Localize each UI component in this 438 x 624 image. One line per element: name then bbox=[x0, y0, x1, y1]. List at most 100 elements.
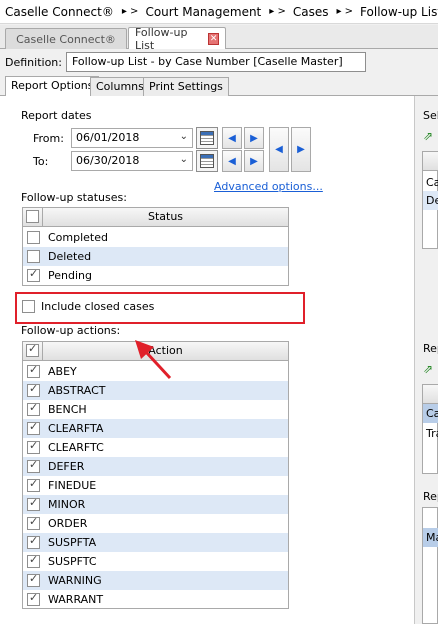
right-grid-item: De bbox=[426, 194, 438, 207]
action-checkbox[interactable] bbox=[27, 401, 40, 416]
status-checkbox[interactable] bbox=[27, 231, 40, 244]
action-checkbox[interactable] bbox=[27, 553, 40, 568]
breadcrumb-court-management[interactable]: Court Management bbox=[145, 5, 261, 19]
action-grid: Action ABEY ABSTRACT BENCH CLEARFTA CLEARFTC… bbox=[22, 341, 289, 609]
action-checkbox[interactable] bbox=[27, 420, 40, 435]
status-row[interactable]: Deleted bbox=[23, 247, 288, 266]
action-row[interactable]: CLEARFTA bbox=[23, 419, 288, 438]
action-row[interactable]: WARRANT bbox=[23, 590, 288, 609]
action-label: WARRANT bbox=[48, 593, 104, 606]
action-row[interactable]: SUSPFTC bbox=[23, 552, 288, 571]
action-row[interactable]: MINOR bbox=[23, 495, 288, 514]
action-row[interactable]: WARNING bbox=[23, 571, 288, 590]
select-all-action-column[interactable] bbox=[23, 342, 43, 360]
status-row[interactable]: Completed bbox=[23, 228, 288, 247]
tab-print-settings[interactable]: Print Settings bbox=[143, 77, 229, 96]
action-row[interactable]: BENCH bbox=[23, 400, 288, 419]
action-checkbox[interactable] bbox=[27, 382, 40, 397]
action-checkbox[interactable] bbox=[27, 534, 40, 549]
followup-statuses-title: Follow-up statuses: bbox=[21, 191, 127, 204]
chevron-down-icon[interactable]: ⌄ bbox=[180, 131, 188, 142]
chevron-down-icon[interactable]: ⌄ bbox=[180, 154, 188, 165]
arrow-left-icon: ◀ bbox=[228, 155, 236, 167]
to-date-value: 06/30/2018 bbox=[76, 154, 140, 167]
action-checkbox[interactable] bbox=[27, 572, 40, 587]
action-row[interactable]: ABSTRACT bbox=[23, 381, 288, 400]
to-calendar-button[interactable] bbox=[196, 150, 218, 172]
action-checkbox[interactable] bbox=[27, 458, 40, 473]
highlight-box bbox=[15, 292, 305, 324]
tab-caselle-connect[interactable]: Caselle Connect® bbox=[5, 28, 127, 49]
select-all-checkbox[interactable] bbox=[26, 342, 39, 357]
breadcrumb-separator-icon: ▸ > bbox=[336, 6, 354, 17]
action-checkbox[interactable] bbox=[27, 515, 40, 530]
right-grid-item[interactable]: Ca bbox=[426, 176, 438, 189]
action-label: ORDER bbox=[48, 517, 88, 530]
right-side-panel: Sel ⇗ Ca De Rep ⇗ Ca Tra Rep Ma bbox=[416, 96, 438, 624]
action-label: BENCH bbox=[48, 403, 87, 416]
action-row[interactable]: ORDER bbox=[23, 514, 288, 533]
tab-follow-up-list[interactable]: Follow-up List ✕ bbox=[128, 25, 226, 52]
from-next-button[interactable]: ▶ bbox=[244, 127, 264, 149]
right-grid-row[interactable]: Ma bbox=[423, 528, 438, 547]
tab-label: Caselle Connect® bbox=[16, 32, 116, 46]
arrow-left-icon: ◀ bbox=[228, 132, 236, 144]
tab-columns[interactable]: Columns bbox=[90, 77, 150, 96]
right-grid-item[interactable]: Tra bbox=[426, 427, 438, 440]
status-row[interactable]: Pending bbox=[23, 266, 288, 285]
right-grid-row[interactable]: De bbox=[423, 191, 438, 210]
export-icon[interactable]: ⇗ bbox=[423, 362, 433, 376]
right-grid-3: Ma bbox=[422, 507, 438, 624]
calendar-icon bbox=[200, 154, 214, 168]
select-all-checkbox[interactable] bbox=[26, 210, 39, 223]
from-prev-button[interactable]: ◀ bbox=[222, 127, 242, 149]
right-grid-item: Ca bbox=[426, 407, 438, 420]
right-grid-header bbox=[423, 385, 438, 404]
followup-actions-title: Follow-up actions: bbox=[21, 324, 121, 337]
tab-report-options[interactable]: Report Options bbox=[5, 76, 100, 97]
to-prev-button[interactable]: ◀ bbox=[222, 150, 242, 172]
right-grid-row[interactable]: Ca bbox=[423, 404, 438, 423]
breadcrumb-follow-up-list[interactable]: Follow-up List bbox=[360, 5, 438, 19]
from-date-field[interactable]: 06/01/2018 ⌄ bbox=[71, 128, 193, 148]
breadcrumb-caselle-connect[interactable]: Caselle Connect® bbox=[5, 5, 114, 19]
action-checkbox[interactable] bbox=[27, 496, 40, 511]
tab-label: Follow-up List bbox=[135, 25, 188, 52]
close-icon[interactable]: ✕ bbox=[208, 32, 219, 45]
status-checkbox[interactable] bbox=[27, 250, 40, 263]
action-label: ABSTRACT bbox=[48, 384, 106, 397]
from-calendar-button[interactable] bbox=[196, 127, 218, 149]
status-checkbox[interactable] bbox=[27, 267, 40, 282]
status-label: Deleted bbox=[48, 250, 92, 263]
action-row[interactable]: CLEARFTC bbox=[23, 438, 288, 457]
breadcrumb-separator-icon: ▸ > bbox=[121, 6, 139, 17]
action-label: ABEY bbox=[48, 365, 77, 378]
advanced-options-link[interactable]: Advanced options... bbox=[214, 180, 323, 193]
options-tabstrip: Report Options Columns Print Settings bbox=[0, 76, 438, 97]
status-column-header[interactable]: Status bbox=[43, 210, 288, 223]
to-date-field[interactable]: 06/30/2018 ⌄ bbox=[71, 151, 193, 171]
action-label: DEFER bbox=[48, 460, 85, 473]
action-checkbox[interactable] bbox=[27, 477, 40, 492]
export-icon[interactable]: ⇗ bbox=[423, 129, 433, 143]
action-checkbox[interactable] bbox=[27, 439, 40, 454]
action-row[interactable]: SUSPFTA bbox=[23, 533, 288, 552]
action-row[interactable]: DEFER bbox=[23, 457, 288, 476]
arrow-left-icon: ◀ bbox=[275, 144, 283, 155]
action-label: MINOR bbox=[48, 498, 86, 511]
action-checkbox[interactable] bbox=[27, 591, 40, 606]
action-row[interactable]: FINEDUE bbox=[23, 476, 288, 495]
breadcrumb-cases[interactable]: Cases bbox=[293, 5, 329, 19]
action-column-header[interactable]: Action bbox=[43, 344, 288, 357]
right-grid-header bbox=[423, 152, 438, 171]
definition-row: Definition: Follow-up List - by Case Num… bbox=[0, 49, 438, 75]
definition-field[interactable]: Follow-up List - by Case Number [Caselle… bbox=[65, 52, 366, 72]
range-prev-button[interactable]: ◀ bbox=[269, 127, 289, 172]
arrow-right-icon: ▶ bbox=[250, 155, 258, 167]
action-checkbox[interactable] bbox=[27, 363, 40, 378]
action-row[interactable]: ABEY bbox=[23, 362, 288, 381]
select-all-status-column[interactable] bbox=[23, 208, 43, 226]
range-next-button[interactable]: ▶ bbox=[291, 127, 311, 172]
action-label: SUSPFTA bbox=[48, 536, 97, 549]
to-next-button[interactable]: ▶ bbox=[244, 150, 264, 172]
